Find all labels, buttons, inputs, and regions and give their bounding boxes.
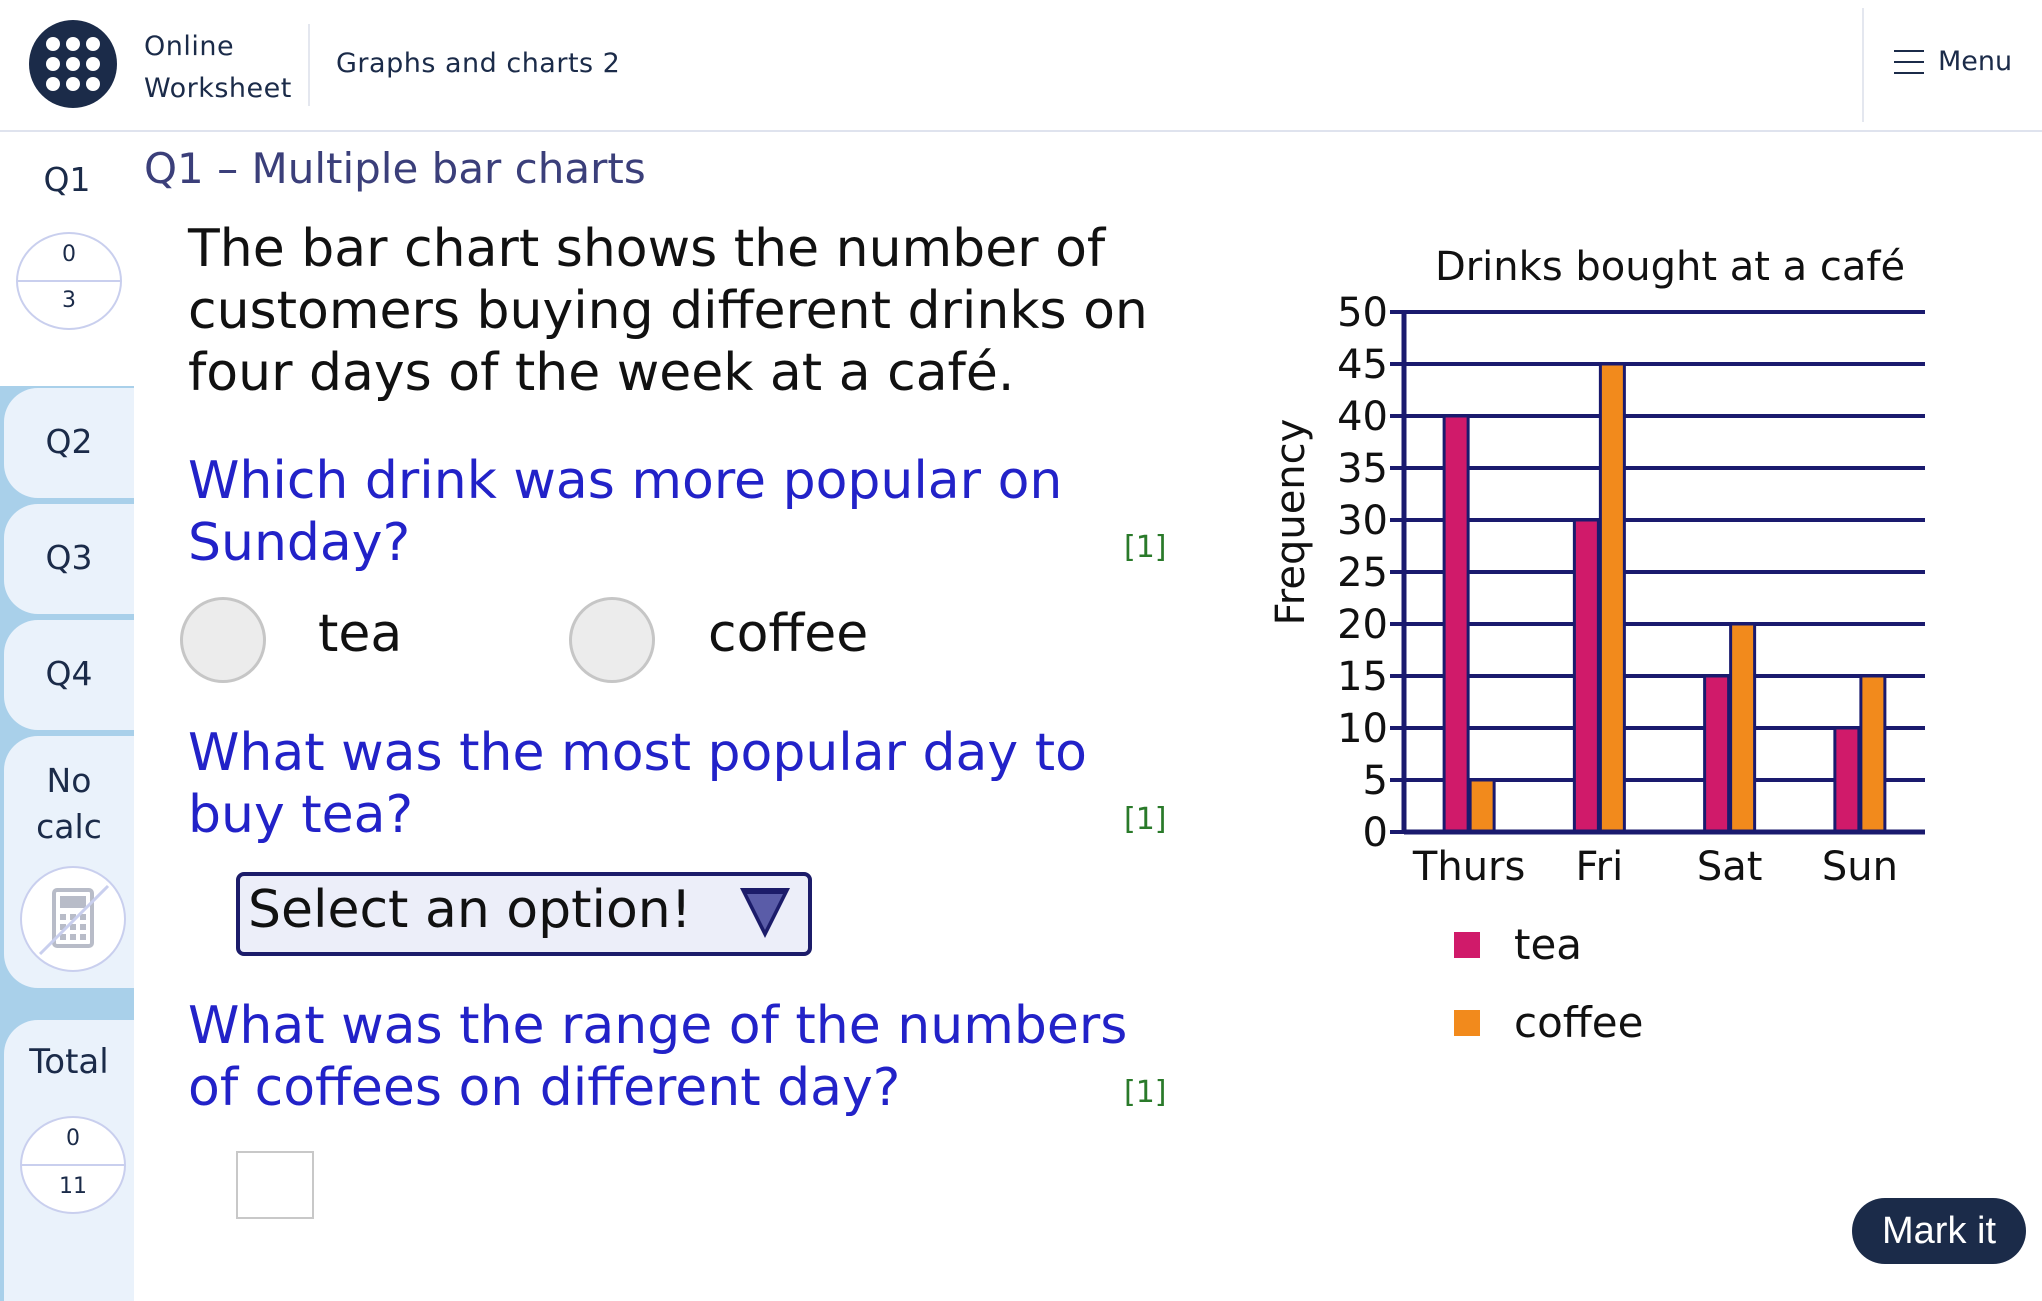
q1-score-circle: 0 3 (16, 232, 122, 330)
radio-coffee-label[interactable]: coffee (708, 604, 868, 664)
tab-q3[interactable]: Q3 (4, 504, 134, 614)
brand-name: Online Worksheet (144, 26, 292, 110)
chart-y-tick-label: 45 (1337, 342, 1388, 388)
chart-y-tick-label: 30 (1337, 498, 1388, 544)
no-calculator-panel: No calc (4, 736, 134, 988)
chart-x-tick-label: Fri (1576, 844, 1624, 890)
tab-q4-label: Q4 (45, 654, 93, 693)
chart-bar-coffee-sat (1729, 622, 1757, 834)
app-logo-icon[interactable] (29, 20, 117, 108)
bar-chart: Drinks bought at a café Frequency 0 5 10 15… (1270, 244, 1925, 890)
chart-y-tick-label: 10 (1337, 706, 1388, 752)
total-score: 0 (66, 1126, 80, 1151)
no-calc-line-1: No (46, 761, 92, 800)
legend-label-coffee: coffee (1514, 998, 1644, 1047)
chart-x-tick-label: Sun (1822, 844, 1898, 890)
tab-q2-label: Q2 (45, 422, 93, 461)
chart-y-tick-label: 20 (1337, 602, 1388, 648)
tab-q1-label: Q1 (43, 160, 91, 199)
legend-item-tea: tea (1454, 920, 1582, 969)
chart-title: Drinks bought at a café (1435, 244, 1905, 290)
day-select-dropdown[interactable]: Select an option! (236, 872, 812, 956)
chart-y-tick-label: 25 (1337, 550, 1388, 596)
tab-q3-label: Q3 (45, 538, 93, 577)
total-panel: Total 0 11 (4, 1020, 134, 1301)
total-score-circle: 0 11 (20, 1116, 126, 1214)
chart-y-axis-label: Frequency (1270, 419, 1314, 626)
no-calc-line-2: calc (36, 807, 102, 846)
menu-button[interactable]: Menu (1894, 46, 2012, 77)
calculator-crossed-icon (20, 866, 126, 972)
radio-tea[interactable] (180, 597, 266, 683)
question-part-b: What was the most popular day to buy tea… (188, 723, 1087, 845)
legend-item-coffee: coffee (1454, 998, 1643, 1047)
chart-y-tick-label: 5 (1363, 758, 1388, 804)
chart-bar-tea-fri (1572, 518, 1600, 834)
tab-q2[interactable]: Q2 (4, 388, 134, 498)
marks-part-a: [1] (1124, 530, 1167, 565)
menu-label: Menu (1938, 46, 2013, 77)
no-calc-text: No calc (4, 758, 134, 850)
header-divider (308, 24, 310, 106)
chart-bar-coffee-sun (1859, 674, 1887, 834)
legend-label-tea: tea (1514, 920, 1583, 969)
chart-bar-coffee-fri (1598, 362, 1626, 834)
range-answer-input[interactable] (236, 1151, 314, 1219)
q1-out-of: 3 (62, 288, 76, 313)
hamburger-icon (1894, 49, 1924, 74)
chart-bar-coffee-thurs (1468, 778, 1496, 834)
chart-x-tick-label: Thurs (1412, 844, 1525, 890)
select-value: Select an option! (248, 880, 692, 940)
breadcrumb[interactable]: Graphs and charts 2 (336, 48, 620, 79)
header-divider (1862, 8, 1864, 122)
radio-coffee[interactable] (569, 597, 655, 683)
brand-line-1: Online (144, 31, 235, 62)
chart-y-tick-label: 35 (1337, 446, 1388, 492)
marks-part-b: [1] (1124, 802, 1167, 837)
question-part-c: What was the range of the numbers of cof… (188, 996, 1128, 1118)
total-out-of: 11 (59, 1174, 87, 1199)
total-label: Total (29, 1042, 109, 1082)
mark-it-button[interactable]: Mark it (1852, 1198, 2026, 1264)
chart-x-tick-label: Sat (1697, 844, 1763, 890)
chart-bar-tea-sat (1703, 674, 1731, 834)
tab-q4[interactable]: Q4 (4, 620, 134, 730)
chart-y-tick-label: 0 (1363, 810, 1388, 856)
question-intro: The bar chart shows the number of custom… (188, 219, 1148, 403)
question-part-a: Which drink was more popular on Sunday? (188, 451, 1063, 573)
question-title: Q1 – Multiple bar charts (144, 144, 646, 193)
chart-bar-tea-sun (1833, 726, 1861, 834)
marks-part-c: [1] (1124, 1075, 1167, 1110)
top-header: Online Worksheet Graphs and charts 2 Men… (0, 0, 2042, 132)
legend-swatch-tea (1454, 931, 1480, 958)
question-sidebar: Q1 0 3 Q2 Q3 Q4 No calc Total 0 11 (0, 132, 134, 1301)
tab-q1[interactable]: Q1 0 3 (0, 132, 134, 386)
q1-score: 0 (62, 242, 76, 267)
radio-tea-label[interactable]: tea (318, 604, 402, 664)
chart-y-tick-label: 40 (1337, 394, 1388, 440)
chart-bar-tea-thurs (1442, 414, 1470, 834)
chart-y-tick-label: 15 (1337, 654, 1388, 700)
chart-y-tick-label: 50 (1337, 290, 1388, 336)
brand-line-2: Worksheet (144, 73, 292, 104)
legend-swatch-coffee (1454, 1009, 1480, 1036)
